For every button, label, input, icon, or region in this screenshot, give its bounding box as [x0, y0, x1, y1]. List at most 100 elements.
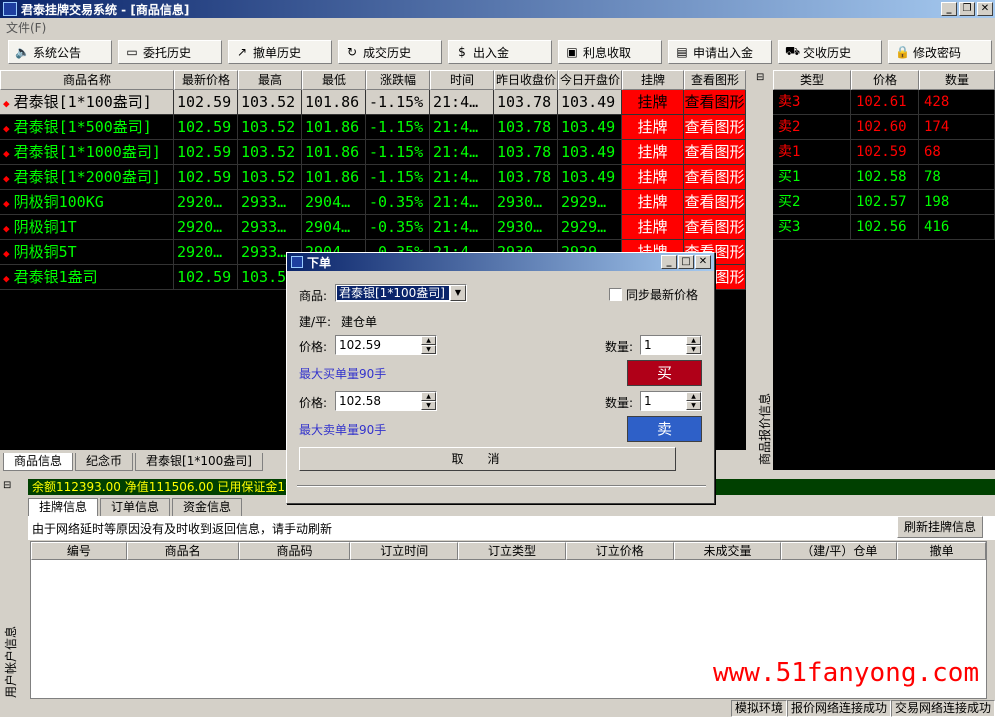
toolbar-button-6[interactable]: ▤ 申请出入金 — [668, 40, 772, 64]
speaker-icon: 🔈 — [15, 45, 30, 59]
refresh-listings-button[interactable]: 刷新挂牌信息 — [896, 516, 983, 538]
spin-up-icon[interactable]: ▲ — [421, 392, 436, 401]
quote-cell: 103.52 — [238, 90, 302, 114]
spin-down-icon[interactable]: ▼ — [686, 345, 701, 354]
quote-row[interactable]: ◆ 君泰银[1*100盎司] 102.59 103.52 101.86 -1.15% 21:… — [0, 90, 746, 115]
view-chart-button[interactable]: 查看图形 — [684, 115, 746, 139]
buy-button[interactable]: 买 — [627, 360, 702, 386]
quote-column-header[interactable]: 今日开盘价 — [558, 70, 622, 90]
spin-up-icon[interactable]: ▲ — [686, 392, 701, 401]
grid-column-header[interactable]: 订立价格 — [565, 542, 674, 560]
quote-cell: 101.86 — [302, 140, 366, 164]
product-select[interactable]: 君泰银[1*100盎司] ▼ — [335, 284, 467, 302]
close-button[interactable]: ✕ — [977, 2, 993, 16]
list-button[interactable]: 挂牌 — [622, 215, 684, 239]
sell-qty-input[interactable]: 1 ▲ ▼ — [640, 391, 702, 411]
product-select-value: 君泰银[1*100盎司] — [337, 286, 449, 300]
cancel-button[interactable]: 取消 — [299, 447, 676, 471]
pin-icon[interactable]: ⊟ — [756, 72, 764, 83]
quote-row[interactable]: ◆ 君泰银[1*500盎司] 102.59 103.52 101.86 -1.15% 21:… — [0, 115, 746, 140]
toolbar-button-0[interactable]: 🔈 系统公告 — [8, 40, 112, 64]
quote-row[interactable]: ◆ 君泰银[1*2000盎司] 102.59 103.52 101.86 -1.15% 21… — [0, 165, 746, 190]
quote-row[interactable]: ◆ 君泰银[1*1000盎司] 102.59 103.52 101.86 -1.15% 21… — [0, 140, 746, 165]
quote-column-header[interactable]: 最新价格 — [174, 70, 238, 90]
order-book-cell: 卖3 — [773, 90, 851, 114]
list-button[interactable]: 挂牌 — [622, 165, 684, 189]
order-book-row[interactable]: 卖2 102.60 174 — [773, 115, 995, 140]
sync-price-checkbox[interactable]: 同步最新价格 — [609, 286, 698, 303]
checkbox-box[interactable] — [609, 288, 622, 301]
order-book-side-tab[interactable]: ⊟ 商品报价信息 — [754, 70, 772, 470]
quote-column-header[interactable]: 最低 — [302, 70, 366, 90]
dialog-close-button[interactable]: ✕ — [695, 255, 711, 269]
toolbar-button-7[interactable]: ⛟ 交收历史 — [778, 40, 882, 64]
grid-column-header[interactable]: 撤单 — [897, 542, 987, 560]
quote-column-header[interactable]: 最高 — [238, 70, 302, 90]
quote-cell-name: ◆ 君泰银[1*2000盎司] — [0, 165, 174, 189]
quote-row[interactable]: ◆ 阴极铜1T 2920… 2933… 2904… -0.35% 21:4… 2930… 292… — [0, 215, 746, 240]
dialog-maximize-button[interactable]: □ — [678, 255, 694, 269]
toolbar-button-3[interactable]: ↻ 成交历史 — [338, 40, 442, 64]
grid-column-header[interactable]: 订立时间 — [350, 542, 459, 560]
view-chart-button[interactable]: 查看图形 — [684, 215, 746, 239]
view-chart-button[interactable]: 查看图形 — [684, 190, 746, 214]
bottom-tab[interactable]: 君泰银[1*100盎司] — [135, 453, 263, 471]
list-button[interactable]: 挂牌 — [622, 190, 684, 214]
order-book-row[interactable]: 买3 102.56 416 — [773, 215, 995, 240]
buy-price-input[interactable]: 102.59 ▲ ▼ — [335, 335, 437, 355]
quote-column-header[interactable]: 昨日收盘价 — [494, 70, 558, 90]
spin-up-icon[interactable]: ▲ — [686, 336, 701, 345]
quote-column-header[interactable]: 查看图形 — [684, 70, 746, 90]
restore-button[interactable]: ❐ — [959, 2, 975, 16]
pin-icon[interactable]: ⊟ — [3, 480, 11, 491]
list-button[interactable]: 挂牌 — [622, 140, 684, 164]
grid-column-header[interactable]: 商品码 — [238, 542, 351, 560]
bottom-tab[interactable]: 纪念币 — [75, 453, 134, 471]
account-tab[interactable]: 挂牌信息 — [28, 498, 99, 516]
quote-column-header[interactable]: 商品名称 — [0, 70, 174, 90]
list-button[interactable]: 挂牌 — [622, 90, 684, 114]
order-book-row[interactable]: 买1 102.58 78 — [773, 165, 995, 190]
bottom-tab[interactable]: 商品信息 — [3, 453, 74, 471]
sell-button[interactable]: 卖 — [627, 416, 702, 442]
grid-column-header[interactable]: （建/平）仓单 — [781, 542, 898, 560]
toolbar-button-4[interactable]: $ 出入金 — [448, 40, 552, 64]
quote-column-header[interactable]: 挂牌 — [622, 70, 684, 90]
view-chart-button[interactable]: 查看图形 — [684, 90, 746, 114]
grid-column-header[interactable]: 未成交量 — [673, 542, 782, 560]
quote-row[interactable]: ◆ 阴极铜100KG 2920… 2933… 2904… -0.35% 21:4… 2930…… — [0, 190, 746, 215]
quote-cell: 103.52 — [238, 165, 302, 189]
order-book-cell: 卖2 — [773, 115, 851, 139]
menu-file[interactable]: 文件(F) — [6, 19, 46, 36]
toolbar-button-2[interactable]: ↗ 撤单历史 — [228, 40, 332, 64]
list-button[interactable]: 挂牌 — [622, 115, 684, 139]
minimize-button[interactable]: _ — [941, 2, 957, 16]
quote-column-header[interactable]: 时间 — [430, 70, 494, 90]
order-book-row[interactable]: 买2 102.57 198 — [773, 190, 995, 215]
view-chart-button[interactable]: 查看图形 — [684, 140, 746, 164]
chevron-down-icon[interactable]: ▼ — [450, 285, 466, 301]
grid-column-header[interactable]: 商品名 — [126, 542, 239, 560]
quote-cell: 103.49 — [558, 140, 622, 164]
toolbar-button-1[interactable]: ▭ 委托历史 — [118, 40, 222, 64]
order-book-row[interactable]: 卖3 102.61 428 — [773, 90, 995, 115]
toolbar-button-5[interactable]: ▣ 利息收取 — [558, 40, 662, 64]
quote-column-header[interactable]: 涨跌幅 — [366, 70, 430, 90]
quote-cell: -1.15% — [366, 90, 430, 114]
order-book-row[interactable]: 卖1 102.59 68 — [773, 140, 995, 165]
account-tab[interactable]: 订单信息 — [100, 498, 171, 516]
grid-column-header[interactable]: 编号 — [31, 542, 127, 560]
account-tab[interactable]: 资金信息 — [172, 498, 243, 516]
buy-qty-input[interactable]: 1 ▲ ▼ — [640, 335, 702, 355]
spin-down-icon[interactable]: ▼ — [421, 345, 436, 354]
account-side-tab[interactable]: ⊟ 用户帐户信息 — [0, 478, 18, 700]
dialog-minimize-button[interactable]: _ — [661, 255, 677, 269]
spin-up-icon[interactable]: ▲ — [421, 336, 436, 345]
grid-column-header[interactable]: 订立类型 — [458, 542, 566, 560]
dialog-title-bar[interactable]: 下单 _ □ ✕ — [287, 253, 714, 271]
sell-price-input[interactable]: 102.58 ▲ ▼ — [335, 391, 437, 411]
spin-down-icon[interactable]: ▼ — [686, 401, 701, 410]
spin-down-icon[interactable]: ▼ — [421, 401, 436, 410]
view-chart-button[interactable]: 查看图形 — [684, 165, 746, 189]
toolbar-button-8[interactable]: 🔒 修改密码 — [888, 40, 992, 64]
